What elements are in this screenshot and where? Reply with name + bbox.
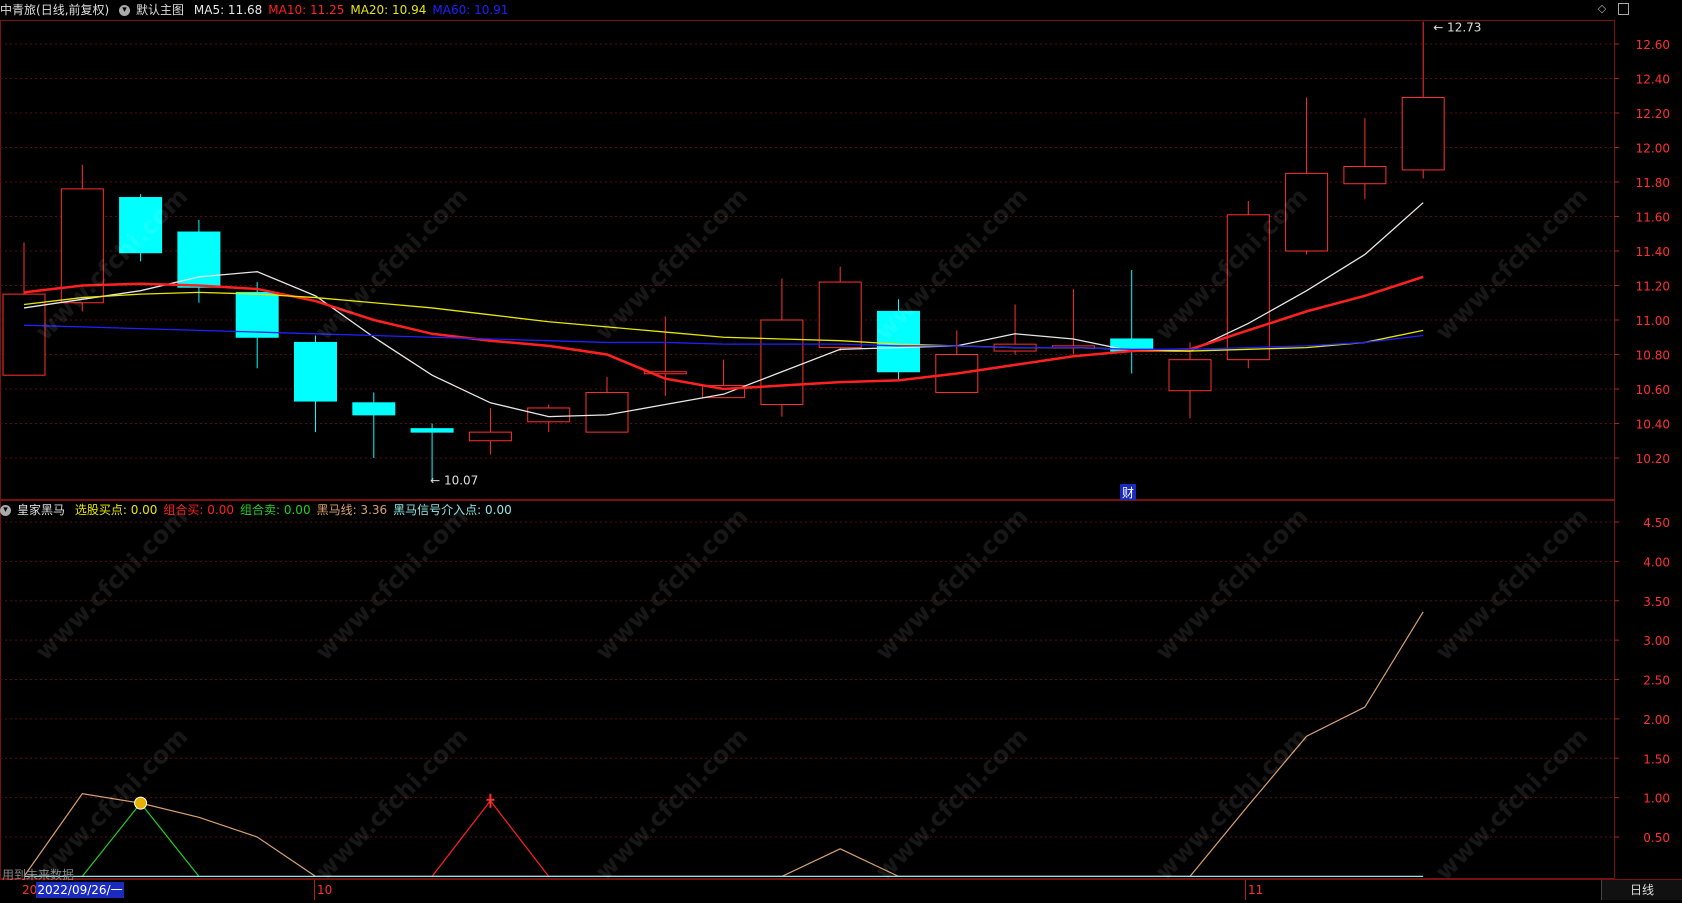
high-price-label: ← 12.73 [1433, 21, 1481, 35]
indicator-legend-item-4: 黑马信号介入点: 0.00 [393, 503, 512, 517]
date-cursor[interactable]: 2022/09/26/一 [36, 882, 124, 898]
candle-down [352, 402, 396, 416]
ma-legend-item-2: MA20: 10.94 [350, 3, 427, 17]
main-ytick-label: 11.00 [1636, 314, 1670, 328]
month-label-start: 20 [22, 883, 38, 897]
indicator-legend-item-2: 组合卖: 0.00 [240, 503, 311, 517]
period-button[interactable]: 日线 [1601, 880, 1682, 900]
main-pane-frame [0, 20, 1615, 500]
future-data-hint: 用到未来数据 [2, 868, 75, 882]
indicator-ytick-label: 2.00 [1643, 713, 1670, 727]
indicator-ytick-label: 0.50 [1643, 831, 1670, 845]
diamond-icon[interactable]: ◇ [1596, 3, 1608, 15]
indicator-dropdown-icon[interactable]: ▾ [0, 505, 11, 516]
candle-down [294, 341, 337, 402]
candle-down [119, 197, 163, 254]
indicator-legend: 选股买点: 0.00 组合买: 0.00 组合卖: 0.00 黑马线: 3.36 黑马信… [75, 503, 518, 517]
stock-chart-window[interactable]: 12.60 12.40 12.20 12.00 11.80 11.60 11.40 11.20… [0, 0, 1682, 900]
indicator-ytick-label: 3.50 [1643, 595, 1670, 609]
candle-up [527, 407, 571, 423]
indicator-header: ▾ 皇家黑马 选股买点: 0.00 组合买: 0.00 组合卖: 0.00 黑马线: 3… [0, 500, 524, 520]
indicator-line-组合买 [431, 799, 550, 877]
candle-down [235, 291, 279, 338]
candle-up [1401, 96, 1445, 171]
indicator-line-黑马线 [23, 611, 1424, 877]
main-ytick-label: 10.60 [1636, 383, 1670, 397]
main-ytick-label: 12.00 [1636, 142, 1670, 156]
month-label-oct: 10 [314, 880, 332, 900]
indicator-legend-item-0: 选股买点: 0.00 [74, 503, 158, 517]
ma-legend-item-3: MA60: 10.91 [432, 3, 509, 17]
candle-up [1343, 165, 1387, 185]
candle-down [410, 428, 454, 433]
main-ytick-label: 11.60 [1636, 211, 1670, 225]
indicator-ytick-label: 4.50 [1643, 516, 1670, 530]
candle-down [877, 310, 920, 373]
chart-mode: (日线,前复权) [36, 3, 110, 17]
month-label-nov: 11 [1245, 880, 1263, 900]
indicator-legend-item-1: 组合买: 0.00 [163, 503, 234, 517]
window-toggle-icon[interactable] [1618, 3, 1629, 15]
candle-up [1226, 214, 1270, 361]
main-ytick-label: 11.40 [1636, 245, 1670, 259]
indicator-ytick-label: 3.00 [1643, 634, 1670, 648]
candle-up [1285, 172, 1329, 252]
main-ytick-label: 11.80 [1636, 176, 1670, 190]
template-dropdown-icon[interactable]: ▾ [119, 5, 131, 16]
main-ytick-label: 12.20 [1636, 107, 1670, 121]
low-price-label: ← 10.07 [430, 473, 478, 487]
indicator-line-选股买点 [81, 802, 200, 877]
main-ytick-label: 10.80 [1636, 349, 1670, 363]
candle-up [468, 431, 512, 442]
template-name[interactable]: 默认主图 [136, 3, 184, 17]
chart-canvas[interactable]: 12.60 12.40 12.20 12.00 11.80 11.60 11.40 11.20… [0, 0, 1682, 900]
main-ytick-label: 10.40 [1636, 418, 1670, 432]
ma-legend-item-1: MA10: 11.25 [268, 3, 345, 17]
indicator-ytick-label: 4.00 [1643, 555, 1670, 569]
candle-down [177, 231, 221, 288]
ma-legend-item-0: MA5: 11.68 [193, 3, 263, 17]
indicator-ytick-label: 1.00 [1643, 792, 1670, 806]
indicator-legend-item-3: 黑马线: 3.36 [316, 503, 388, 517]
indicator-ytick-label: 1.50 [1643, 752, 1670, 766]
buy-signal-moneybag-icon [134, 796, 148, 810]
candle-up [818, 281, 862, 349]
candle-up [760, 319, 804, 406]
ma-legend: MA5: 11.68 MA10: 11.25 MA20: 10.94 MA60: 10… [194, 3, 515, 17]
main-ytick-label: 12.40 [1636, 73, 1670, 87]
main-chart-header: 中青旅(日线,前复权) ▾ 默认主图 MA5: 11.68 MA10: 11.25 M… [0, 0, 520, 20]
main-ytick-label: 12.60 [1636, 38, 1670, 52]
main-ytick-label: 10.20 [1636, 452, 1670, 466]
stock-name: 中青旅 [0, 3, 37, 17]
main-ytick-label: 11.20 [1636, 280, 1670, 294]
candle-up [1168, 359, 1212, 392]
indicator-pane-frame [0, 500, 1615, 879]
indicator-ytick-label: 2.50 [1643, 674, 1670, 688]
finance-marker: 财 [1122, 486, 1134, 500]
indicator-name[interactable]: 皇家黑马 [17, 503, 65, 517]
